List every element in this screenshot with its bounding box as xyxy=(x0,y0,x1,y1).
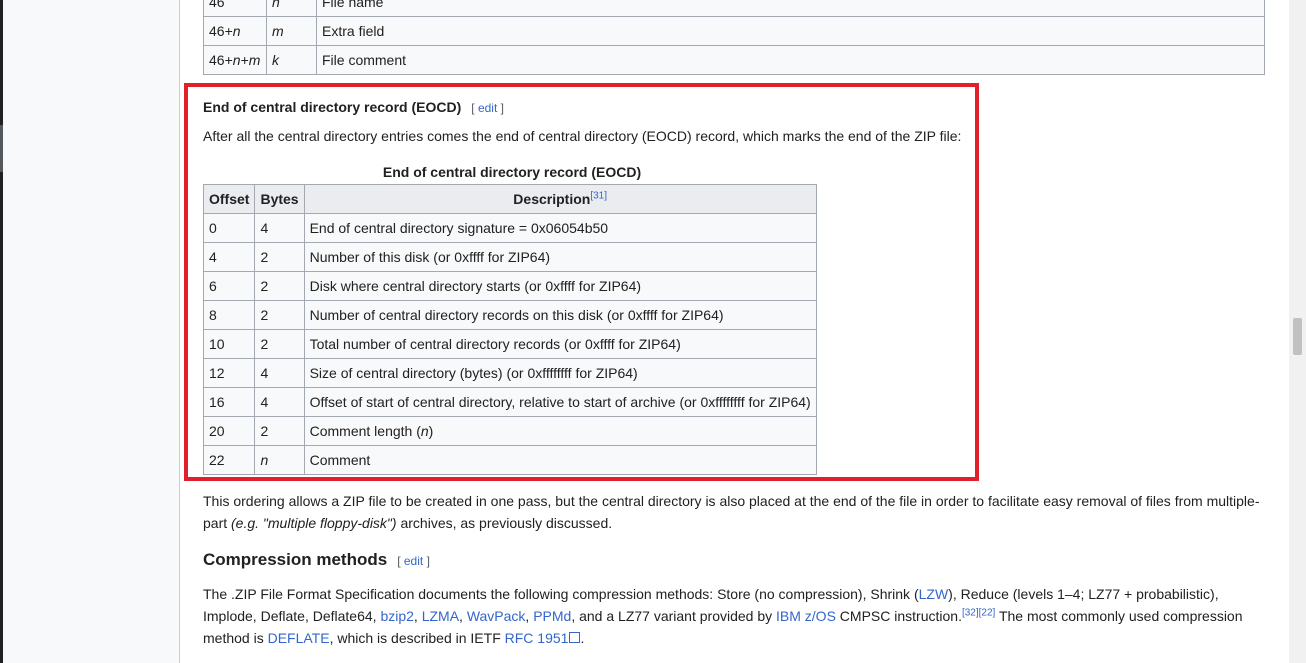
left-window-edge xyxy=(0,0,3,663)
link-bzip2[interactable]: bzip2 xyxy=(380,608,413,624)
ordering-text-italic: (e.g. "multiple floppy-disk") xyxy=(231,515,397,531)
compression-text-6: , which is described in IETF xyxy=(329,630,505,646)
cell-description: File name xyxy=(316,0,1265,17)
cell-offset: 46+n xyxy=(203,16,267,46)
cell-description: File comment xyxy=(316,45,1265,75)
rfc-1951-text[interactable]: RFC 1951 xyxy=(505,630,569,646)
cell-bytes: k xyxy=(266,45,317,75)
compression-text-3: , and a LZ77 variant provided by xyxy=(571,608,777,624)
compression-text-4: CMPSC instruction. xyxy=(835,608,962,624)
link-ibm-zos[interactable]: IBM z/OS xyxy=(776,608,836,624)
compression-text-7: . xyxy=(580,630,585,646)
compression-text-1: The .ZIP File Format Specification docum… xyxy=(203,586,919,602)
table-row: 46+n m Extra field xyxy=(203,16,1265,46)
compression-heading-text: Compression methods xyxy=(203,550,388,569)
central-directory-table-tail: 46 n File name 46+n m Extra field 46+n+m k File … xyxy=(203,0,1265,75)
link-deflate[interactable]: DEFLATE xyxy=(268,630,330,646)
cell-offset: 46+n+m xyxy=(203,45,267,75)
scrollbar-thumb[interactable] xyxy=(1293,318,1302,355)
ordering-paragraph: This ordering allows a ZIP file to be cr… xyxy=(203,490,1265,534)
cell-bytes: n xyxy=(266,0,317,17)
compression-edit-label[interactable]: edit xyxy=(404,554,423,568)
table-row: 46 n File name xyxy=(203,0,1265,17)
table-row: 46+n+m k File comment xyxy=(203,45,1265,75)
link-ppmd[interactable]: PPMd xyxy=(533,608,571,624)
red-highlight-box xyxy=(184,83,979,481)
window-edge-mark xyxy=(0,125,3,172)
link-lzma[interactable]: LZMA xyxy=(422,608,459,624)
link-rfc-1951[interactable]: RFC 1951 xyxy=(505,630,581,646)
vertical-scrollbar[interactable] xyxy=(1289,0,1306,663)
cell-bytes: m xyxy=(266,16,317,46)
external-link-icon xyxy=(569,632,581,643)
compression-methods-heading: Compression methods [ edit ] xyxy=(203,550,430,570)
compression-edit-link[interactable]: [ edit ] xyxy=(397,554,430,568)
link-lzw[interactable]: LZW xyxy=(919,586,949,602)
compression-paragraph: The .ZIP File Format Specification docum… xyxy=(203,586,1243,646)
cell-offset: 46 xyxy=(203,0,267,17)
link-wavpack[interactable]: WavPack xyxy=(467,608,526,624)
cell-description: Extra field xyxy=(316,16,1265,46)
article-content: 46 n File name 46+n m Extra field 46+n+m k File … xyxy=(179,0,1289,663)
reference-32-22[interactable]: [32][22] xyxy=(962,607,995,618)
ordering-text-2: archives, as previously discussed. xyxy=(396,515,613,531)
